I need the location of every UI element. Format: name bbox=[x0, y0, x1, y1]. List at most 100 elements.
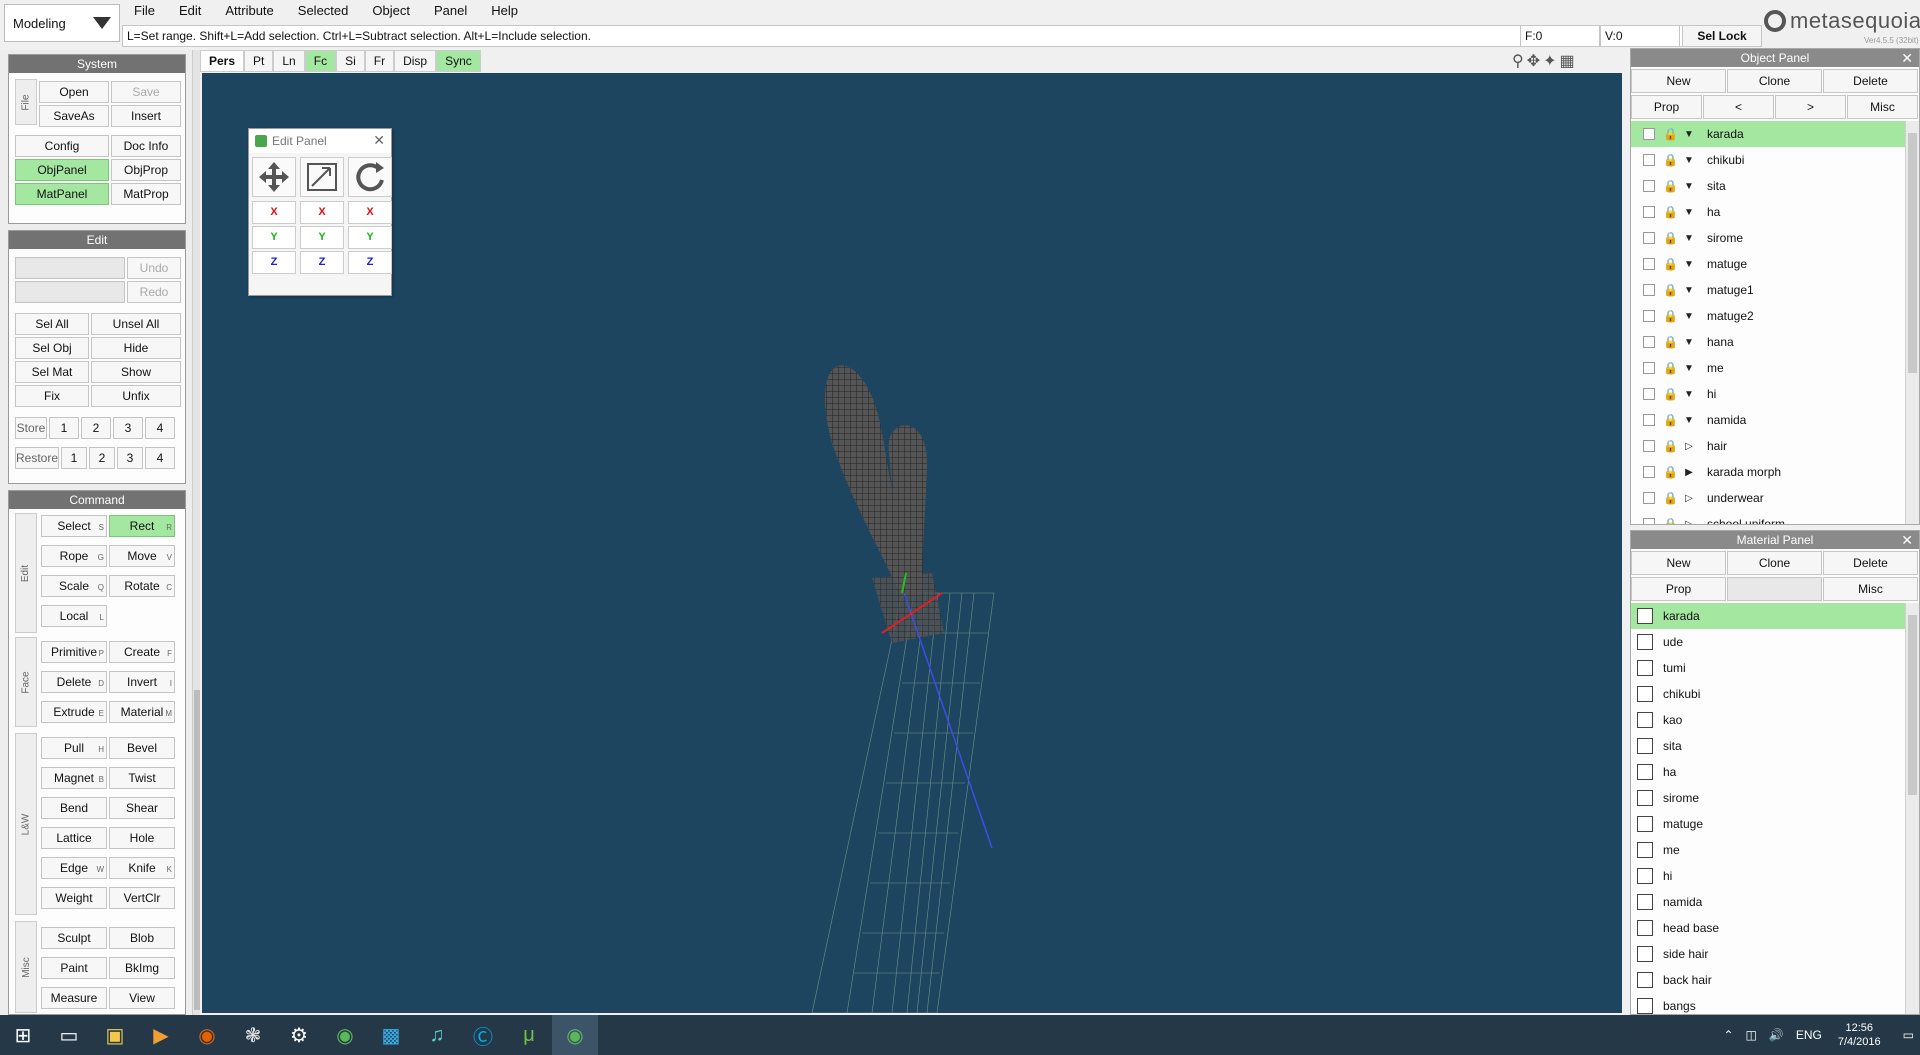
material-checkbox[interactable] bbox=[1637, 946, 1653, 962]
zoom-icon[interactable]: ⚲ bbox=[1512, 51, 1524, 71]
object-visibility-checkbox[interactable] bbox=[1643, 518, 1655, 524]
windows-start-icon[interactable]: ⊞ bbox=[0, 1015, 46, 1055]
lock-icon[interactable]: 🔒 bbox=[1663, 205, 1678, 219]
magnet-tool-button[interactable]: Magnet B bbox=[41, 767, 107, 789]
restore-slot-2[interactable]: 2 bbox=[89, 447, 115, 469]
object-prop-button[interactable]: Prop bbox=[1631, 95, 1702, 119]
material-checkbox[interactable] bbox=[1637, 816, 1653, 832]
object-visibility-checkbox[interactable] bbox=[1643, 388, 1655, 400]
move-z-button[interactable]: Z bbox=[252, 251, 296, 274]
object-visibility-checkbox[interactable] bbox=[1643, 206, 1655, 218]
view-layout-icon[interactable]: ▦ bbox=[1560, 51, 1575, 71]
material-new-button[interactable]: New bbox=[1631, 551, 1726, 575]
lock-icon[interactable]: 🔒 bbox=[1663, 179, 1678, 193]
material-row[interactable]: sita bbox=[1631, 733, 1905, 759]
config-button[interactable]: Config bbox=[15, 135, 109, 157]
rotate-handle-button[interactable] bbox=[348, 157, 392, 197]
lock-icon[interactable]: 🔒 bbox=[1663, 127, 1678, 141]
expand-toggle-icon[interactable]: ▼ bbox=[1683, 207, 1695, 218]
material-checkbox[interactable] bbox=[1637, 868, 1653, 884]
rotate-y-button[interactable]: Y bbox=[348, 226, 392, 249]
lock-icon[interactable]: 🔒 bbox=[1663, 387, 1678, 401]
material-row[interactable]: kao bbox=[1631, 707, 1905, 733]
object-row[interactable]: 🔒 ▼ sita bbox=[1631, 173, 1905, 199]
local-tool-button[interactable]: Local L bbox=[41, 605, 107, 627]
material-scroll-thumb[interactable] bbox=[1908, 615, 1917, 795]
object-prev-button[interactable]: < bbox=[1703, 95, 1774, 119]
network-icon[interactable]: ◫ bbox=[1746, 1028, 1757, 1042]
object-row[interactable]: 🔒 ▼ matuge bbox=[1631, 251, 1905, 277]
tab-fr[interactable]: Fr bbox=[364, 50, 395, 72]
tab-si[interactable]: Si bbox=[336, 50, 365, 72]
expand-toggle-icon[interactable]: ▷ bbox=[1683, 441, 1695, 452]
show-button[interactable]: Show bbox=[91, 361, 181, 383]
pan-icon[interactable]: ✥ bbox=[1527, 51, 1540, 71]
lock-icon[interactable]: 🔒 bbox=[1663, 517, 1678, 524]
save-button[interactable]: Save bbox=[111, 81, 181, 103]
material-row[interactable]: bangs bbox=[1631, 993, 1905, 1014]
vocaloid-app-icon[interactable]: ♫ bbox=[414, 1015, 460, 1055]
material-row[interactable]: me bbox=[1631, 837, 1905, 863]
material-row[interactable]: matuge bbox=[1631, 811, 1905, 837]
primitive-tool-button[interactable]: Primitive P bbox=[41, 641, 107, 663]
blob-tool-button[interactable]: Blob bbox=[109, 927, 175, 949]
expand-toggle-icon[interactable]: ▼ bbox=[1683, 233, 1695, 244]
unfix-button[interactable]: Unfix bbox=[91, 385, 181, 407]
material-checkbox[interactable] bbox=[1637, 634, 1653, 650]
sculpt-tool-button[interactable]: Sculpt bbox=[41, 927, 107, 949]
pull-tool-button[interactable]: Pull H bbox=[41, 737, 107, 759]
store-slot-1[interactable]: 1 bbox=[49, 417, 79, 439]
expand-toggle-icon[interactable]: ▼ bbox=[1683, 415, 1695, 426]
create-tool-button[interactable]: Create F bbox=[109, 641, 175, 663]
material-checkbox[interactable] bbox=[1637, 660, 1653, 676]
lock-icon[interactable]: 🔒 bbox=[1663, 231, 1678, 245]
object-row[interactable]: 🔒 ▼ ha bbox=[1631, 199, 1905, 225]
store-slot-3[interactable]: 3 bbox=[113, 417, 143, 439]
move-x-button[interactable]: X bbox=[252, 201, 296, 224]
utorrent-icon[interactable]: μ bbox=[506, 1015, 552, 1055]
object-row[interactable]: 🔒 ▼ namida bbox=[1631, 407, 1905, 433]
sidebar-scrollbar[interactable] bbox=[192, 50, 200, 1015]
open-button[interactable]: Open bbox=[39, 81, 109, 103]
object-next-button[interactable]: > bbox=[1775, 95, 1846, 119]
close-icon[interactable]: ✕ bbox=[1901, 531, 1913, 549]
expand-toggle-icon[interactable]: ▼ bbox=[1683, 181, 1695, 192]
expand-toggle-icon[interactable]: ▼ bbox=[1683, 363, 1695, 374]
bend-tool-button[interactable]: Bend bbox=[41, 797, 107, 819]
object-visibility-checkbox[interactable] bbox=[1643, 440, 1655, 452]
store-slot-2[interactable]: 2 bbox=[81, 417, 111, 439]
lock-icon[interactable]: 🔒 bbox=[1663, 283, 1678, 297]
shear-tool-button[interactable]: Shear bbox=[109, 797, 175, 819]
skype-icon[interactable]: Ⓒ bbox=[460, 1015, 506, 1055]
sel-lock-button[interactable]: Sel Lock bbox=[1682, 25, 1762, 47]
material-row[interactable]: sirome bbox=[1631, 785, 1905, 811]
settings-app-icon[interactable]: ⚙ bbox=[276, 1015, 322, 1055]
object-clone-button[interactable]: Clone bbox=[1727, 69, 1822, 93]
saveas-button[interactable]: SaveAs bbox=[39, 105, 109, 127]
material-row[interactable]: back hair bbox=[1631, 967, 1905, 993]
move-handle-button[interactable] bbox=[252, 157, 296, 197]
object-row[interactable]: 🔒 ▶ karada morph bbox=[1631, 459, 1905, 485]
move-y-button[interactable]: Y bbox=[252, 226, 296, 249]
object-row[interactable]: 🔒 ▷ school uniform bbox=[1631, 511, 1905, 524]
object-visibility-checkbox[interactable] bbox=[1643, 154, 1655, 166]
material-checkbox[interactable] bbox=[1637, 790, 1653, 806]
object-visibility-checkbox[interactable] bbox=[1643, 232, 1655, 244]
metasequoia-active-icon[interactable]: ◉ bbox=[552, 1015, 598, 1055]
menu-panel[interactable]: Panel bbox=[422, 0, 479, 22]
docinfo-button[interactable]: Doc Info bbox=[111, 135, 181, 157]
object-visibility-checkbox[interactable] bbox=[1643, 336, 1655, 348]
matprop-button[interactable]: MatProp bbox=[111, 183, 181, 205]
matpanel-button[interactable]: MatPanel bbox=[15, 183, 109, 205]
task-view-icon[interactable]: ▭ bbox=[46, 1015, 92, 1055]
lock-icon[interactable]: 🔒 bbox=[1663, 309, 1678, 323]
notifications-icon[interactable]: ▭ bbox=[1903, 1028, 1914, 1042]
restore-slot-1[interactable]: 1 bbox=[61, 447, 87, 469]
scale-x-button[interactable]: X bbox=[300, 201, 344, 224]
unsel-all-button[interactable]: Unsel All bbox=[91, 313, 181, 335]
tab-fc[interactable]: Fc bbox=[304, 50, 337, 72]
restore-slot-3[interactable]: 3 bbox=[117, 447, 143, 469]
object-row[interactable]: 🔒 ▼ matuge2 bbox=[1631, 303, 1905, 329]
scale-z-button[interactable]: Z bbox=[300, 251, 344, 274]
insert-button[interactable]: Insert bbox=[111, 105, 181, 127]
